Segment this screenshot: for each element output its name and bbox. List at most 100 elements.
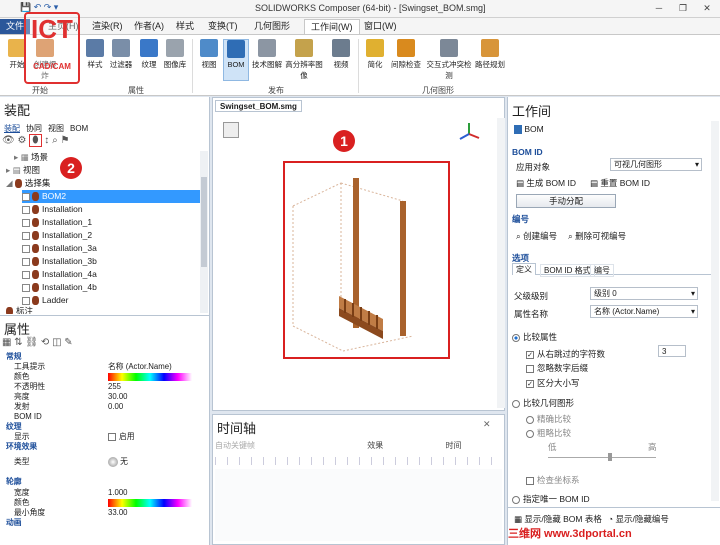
ribbon-view-button[interactable]: 视图 xyxy=(196,39,222,70)
props-grid-icon[interactable]: ▦ xyxy=(2,337,11,348)
toolbar-filter-icon[interactable]: ⚙ xyxy=(17,135,26,146)
skip-chars-spinner[interactable]: 3 xyxy=(658,345,686,357)
reset-bom-id-button[interactable]: ▤ 重置 BOM ID xyxy=(590,177,650,189)
workshop-scrollbar[interactable] xyxy=(711,121,719,501)
view-cube-icon[interactable] xyxy=(223,122,239,138)
document-tab[interactable]: Swingset_BOM.smg xyxy=(215,100,302,112)
tab-style[interactable]: 样式 xyxy=(170,19,200,34)
prop-color[interactable]: 颜色 xyxy=(0,372,198,382)
tree-item-installation[interactable]: Installation xyxy=(22,203,83,216)
tree-item-annotations[interactable]: 标注 xyxy=(6,305,33,314)
ribbon-image-library-button[interactable]: 图像库 xyxy=(162,39,188,70)
ribbon-style-button[interactable]: 样式 xyxy=(82,39,108,70)
subtab-views[interactable]: 视图 xyxy=(48,124,64,133)
show-bom-table-button[interactable]: ▦ 显示/隐藏 BOM 表格 xyxy=(514,513,602,525)
ribbon-collision-button[interactable]: 交互式冲突检测 xyxy=(424,39,474,81)
tree-item-installation-1[interactable]: Installation_1 xyxy=(22,216,92,229)
ribbon-hires-image-button[interactable]: 高分辨率图像 xyxy=(282,39,326,81)
close-icon[interactable]: ✕ xyxy=(698,2,716,15)
section-environment[interactable]: 环境效果 xyxy=(0,442,198,452)
precision-slider[interactable] xyxy=(548,453,656,461)
tree-item-selection-sets[interactable]: ◢ 选择集 xyxy=(6,177,50,190)
tab-render[interactable]: 渲染(R) xyxy=(86,19,129,34)
minimize-icon[interactable]: ─ xyxy=(650,2,668,15)
show-numbers-button[interactable]: ◔ 显示/隐藏编号 xyxy=(608,513,669,525)
effects-button[interactable]: 效果 xyxy=(367,441,383,450)
tree-item-bom2[interactable]: BOM2 xyxy=(22,190,202,203)
create-number-button[interactable]: ⌕ 创建编号 xyxy=(516,230,557,242)
tree-item-installation-3b[interactable]: Installation_3b xyxy=(22,255,97,268)
generate-bom-id-button[interactable]: ▤ 生成 BOM ID xyxy=(516,177,576,189)
checkbox-icon[interactable] xyxy=(22,192,30,201)
delete-visible-numbers-button[interactable]: ⌕ 删除可视编号 xyxy=(568,230,626,242)
prop-outline-color[interactable]: 颜色 xyxy=(0,498,198,508)
tab-geometry[interactable]: 几何图形 xyxy=(248,19,296,34)
timeline-close-icon[interactable]: ✕ xyxy=(483,419,491,430)
timeline-ruler[interactable] xyxy=(215,457,502,465)
bom-id-section[interactable]: BOM ID xyxy=(512,147,543,157)
tab-window[interactable]: 窗口(W) xyxy=(358,19,403,34)
section-texture[interactable]: 纹理 xyxy=(0,422,198,432)
ribbon-bom-button[interactable]: BOM xyxy=(223,39,249,81)
prop-type[interactable]: 类型 无 xyxy=(0,457,198,471)
restore-icon[interactable]: ❐ xyxy=(674,2,692,15)
tab-author[interactable]: 作者(A) xyxy=(128,19,170,34)
manual-assign-button[interactable]: 手动分配 xyxy=(516,194,616,208)
prop-display[interactable]: 显示 启用 xyxy=(0,432,198,442)
prop-tooltip[interactable]: 工具提示 名称 (Actor.Name) xyxy=(0,362,198,372)
props-link-icon[interactable]: ⛓ xyxy=(25,337,38,348)
tree-item-installation-2[interactable]: Installation_2 xyxy=(22,229,92,242)
triad-icon[interactable] xyxy=(457,120,483,146)
ribbon-texture-button[interactable]: 纹理 xyxy=(136,39,162,70)
toolbar-search-icon[interactable]: ⌕ xyxy=(52,135,58,146)
props-pin-icon[interactable]: ✎ xyxy=(64,337,72,348)
swingset-model[interactable] xyxy=(283,161,450,359)
ignore-suffix-checkbox[interactable]: 忽略数字后缀 xyxy=(526,362,588,374)
ribbon-video-button[interactable]: 视频 xyxy=(328,39,354,70)
props-frame-icon[interactable]: ◫ xyxy=(52,337,61,348)
prop-bom-id[interactable]: BOM ID xyxy=(0,412,198,422)
subtab-assembly[interactable]: 装配 xyxy=(4,124,20,133)
props-sort-icon[interactable]: ⇅ xyxy=(14,337,22,348)
exact-compare-radio[interactable]: 精确比较 xyxy=(526,413,571,425)
prop-brightness[interactable]: 亮度 30.00 xyxy=(0,392,198,402)
viewport-scrollbar[interactable] xyxy=(497,118,505,408)
option-tab-numbering[interactable]: 编号 xyxy=(590,264,614,277)
prop-emission[interactable]: 发射 0.00 xyxy=(0,402,198,412)
section-general[interactable]: 常规 xyxy=(0,352,198,362)
tree-item-installation-4a[interactable]: Installation_4a xyxy=(22,268,97,281)
tree-scrollbar[interactable] xyxy=(200,151,208,313)
check-coords-checkbox[interactable]: 检查坐标系 xyxy=(526,474,580,486)
subtab-bom[interactable]: BOM xyxy=(70,124,88,133)
tree-item-installation-3a[interactable]: Installation_3a xyxy=(22,242,97,255)
parent-level-dropdown[interactable]: 级别 0 xyxy=(590,287,698,300)
tree-item-scene[interactable]: ▸ ▦ 场景 xyxy=(14,151,48,164)
color-gradient[interactable] xyxy=(108,373,192,381)
timeline-track[interactable] xyxy=(215,469,502,541)
ribbon-filter-button[interactable]: 过滤器 xyxy=(108,39,134,70)
tree-item-installation-4b[interactable]: Installation_4b xyxy=(22,281,97,294)
compare-attr-radio[interactable]: 比较属性 xyxy=(512,331,557,343)
props-reset-icon[interactable]: ⟲ xyxy=(41,337,49,348)
toolbar-create-selection-icon[interactable]: ⬮ xyxy=(29,134,42,147)
tab-workshops[interactable]: 工作间(W) xyxy=(304,19,360,34)
attr-name-dropdown[interactable]: 名称 (Actor.Name) xyxy=(590,305,698,318)
toolbar-options-icon[interactable]: ⚑ xyxy=(60,135,69,146)
section-outline[interactable]: 轮廓 xyxy=(0,477,198,487)
ribbon-path-planning-button[interactable]: 路径规划 xyxy=(474,39,506,70)
option-tab-bom-format[interactable]: BOM ID 格式 xyxy=(540,264,595,277)
ribbon-clearance-button[interactable]: 间隙检查 xyxy=(390,39,422,70)
prop-width[interactable]: 宽度 1.000 xyxy=(0,488,198,498)
ribbon-simplify-button[interactable]: 简化 xyxy=(362,39,388,70)
toolbar-visibility-icon[interactable]: 👁 xyxy=(2,135,15,146)
subtab-collab[interactable]: 协同 xyxy=(26,124,42,133)
ribbon-tech-illustration-button[interactable]: 技术图解 xyxy=(252,39,282,70)
prop-opacity[interactable]: 不透明性 255 xyxy=(0,382,198,392)
apply-to-dropdown[interactable]: 可视几何图形 xyxy=(610,158,702,171)
numbering-section[interactable]: 编号 xyxy=(512,213,529,225)
option-tab-definition[interactable]: 定义 xyxy=(512,263,536,275)
section-animation[interactable]: 动画 xyxy=(0,518,198,526)
prop-min-angle[interactable]: 最小角度 33.00 xyxy=(0,508,198,518)
rough-compare-radio[interactable]: 粗略比较 xyxy=(526,427,571,439)
toolbar-sort-icon[interactable]: ↕ xyxy=(44,135,49,146)
